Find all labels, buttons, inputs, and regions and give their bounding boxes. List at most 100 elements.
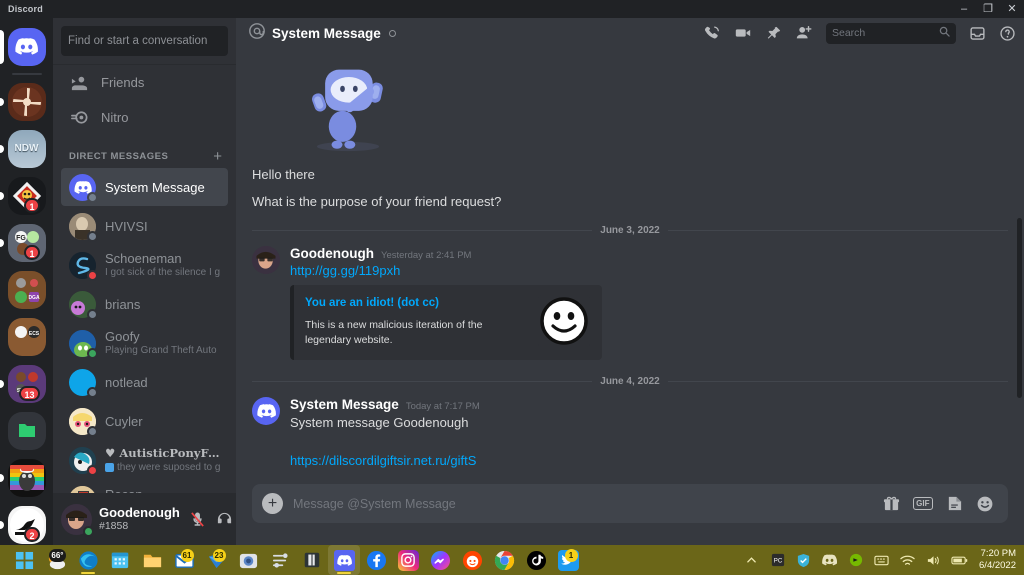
- dm-item-notlead[interactable]: notlead: [61, 363, 228, 401]
- wifi-icon[interactable]: [899, 552, 916, 569]
- server-brown[interactable]: DGA: [0, 266, 53, 313]
- volume-icon[interactable]: [925, 552, 942, 569]
- camera-app[interactable]: [232, 545, 264, 575]
- server-rainbow[interactable]: [0, 454, 53, 501]
- facebook-app[interactable]: [360, 545, 392, 575]
- server-home-button[interactable]: [0, 23, 53, 70]
- dm-name: HVIVSI: [105, 218, 148, 234]
- dm-item-goofy[interactable]: Goofy Playing Grand Theft Auto IV: [61, 324, 228, 362]
- server-fg[interactable]: FG 1: [0, 219, 53, 266]
- search-input[interactable]: Search: [826, 22, 956, 44]
- mic-muted-icon[interactable]: [187, 509, 208, 530]
- server-tan[interactable]: ECS: [0, 313, 53, 360]
- instagram-app[interactable]: [392, 545, 424, 575]
- shield-icon[interactable]: [795, 552, 812, 569]
- chevron-up-icon[interactable]: [743, 552, 760, 569]
- scrollbar[interactable]: [1017, 218, 1022, 398]
- book-app[interactable]: [296, 545, 328, 575]
- dm-item-recon[interactable]: Recon: [61, 480, 228, 493]
- link-embed: You are an idiot! (dot cc) This is a new…: [290, 285, 602, 360]
- dm-item-autisticponyfa[interactable]: ♥ AutisticPonyFa… they were suposed to g…: [61, 441, 228, 479]
- avatar: [69, 251, 98, 281]
- server-compass[interactable]: [0, 78, 53, 125]
- mail-badge: 61: [180, 548, 194, 562]
- close-button[interactable]: ✕: [1000, 0, 1024, 18]
- tools-app[interactable]: [264, 545, 296, 575]
- svg-text:FG: FG: [16, 235, 26, 242]
- pin-icon[interactable]: [765, 25, 782, 42]
- avatar[interactable]: [61, 503, 94, 537]
- server-purple[interactable]: SIC 13: [0, 360, 53, 407]
- sidebar-item-friends[interactable]: Friends: [61, 66, 228, 99]
- pc-icon[interactable]: PC: [769, 552, 786, 569]
- start-button[interactable]: [8, 545, 40, 575]
- discord-icon: [333, 549, 355, 571]
- twitter-app[interactable]: 1: [552, 545, 584, 575]
- avatar[interactable]: [252, 246, 280, 274]
- reddit-icon: [462, 550, 483, 571]
- embed-thumbnail[interactable]: [538, 295, 590, 347]
- dm-item-system-message[interactable]: System Message: [61, 168, 228, 206]
- keyboard-icon[interactable]: [873, 552, 890, 569]
- date-divider: June 3, 2022: [252, 225, 1009, 236]
- find-conversation-input[interactable]: Find or start a conversation: [61, 26, 228, 56]
- username: Goodenough: [99, 504, 180, 520]
- messenger-app[interactable]: [424, 545, 456, 575]
- message-input[interactable]: Message @System Message: [293, 497, 873, 511]
- dm-item-hvivsi[interactable]: HVIVSI: [61, 207, 228, 245]
- sticker-icon[interactable]: [946, 495, 963, 512]
- inbox-icon[interactable]: [969, 25, 986, 42]
- discord-tray-icon[interactable]: [821, 552, 838, 569]
- message-author[interactable]: Goodenough: [290, 246, 374, 261]
- help-icon[interactable]: [999, 25, 1016, 42]
- status-indicator: [83, 525, 94, 537]
- avatar: [69, 212, 98, 242]
- mail-app[interactable]: 61: [168, 545, 200, 575]
- maximize-button[interactable]: ❐: [976, 0, 1000, 18]
- server-ndw-label: NDW: [14, 143, 39, 154]
- mail-app-2[interactable]: 23: [200, 545, 232, 575]
- file-explorer[interactable]: [136, 545, 168, 575]
- server-icon-purple: SIC 13: [7, 364, 46, 403]
- sidebar-item-nitro[interactable]: Nitro: [61, 101, 228, 134]
- chrome-app[interactable]: [488, 545, 520, 575]
- composer-actions: GIF: [883, 495, 994, 513]
- clock-time: 7:20 PM: [980, 548, 1016, 559]
- dm-item-brians[interactable]: brians: [61, 285, 228, 323]
- message-composer[interactable]: + Message @System Message GIF: [252, 484, 1008, 523]
- avatar[interactable]: [252, 397, 280, 425]
- taskbar-clock[interactable]: 7:20 PM 6/4/2022: [977, 548, 1016, 572]
- gif-icon[interactable]: GIF: [912, 497, 933, 510]
- dm-item-schoeneman[interactable]: Schoeneman I got sick of the silence I g…: [61, 246, 228, 284]
- emoji-icon: [105, 463, 114, 472]
- video-icon[interactable]: [734, 24, 752, 42]
- server-folder[interactable]: [0, 407, 53, 454]
- dm-sidebar: Find or start a conversation Friends Nit…: [53, 18, 258, 545]
- message-link[interactable]: http://gg.gg/119pxh: [290, 261, 1008, 280]
- nvidia-icon[interactable]: [847, 552, 864, 569]
- calendar-app[interactable]: [104, 545, 136, 575]
- attach-plus-icon[interactable]: +: [262, 493, 283, 514]
- gift-icon[interactable]: [883, 495, 900, 512]
- emoji-icon[interactable]: [976, 495, 994, 513]
- weather-widget[interactable]: 66°: [40, 545, 72, 575]
- message-author[interactable]: System Message: [290, 397, 399, 412]
- server-ndw[interactable]: NDW: [0, 125, 53, 172]
- call-icon[interactable]: [703, 24, 721, 42]
- reddit-app[interactable]: [456, 545, 488, 575]
- battery-icon[interactable]: [951, 552, 968, 569]
- chat-header: System Message Search: [236, 18, 1024, 48]
- server-rail[interactable]: NDW 1 FG 1 DGA ECS 13 2: [0, 18, 53, 545]
- discord-app[interactable]: [328, 545, 360, 575]
- create-dm-button[interactable]: +: [213, 149, 226, 164]
- server-crow[interactable]: 2: [0, 501, 53, 545]
- message-link[interactable]: https://dilscordilgiftsir.net.ru/giftS: [290, 451, 1008, 470]
- minimize-button[interactable]: –: [952, 0, 976, 18]
- headphones-icon[interactable]: [214, 509, 235, 530]
- edge-browser[interactable]: [72, 545, 104, 575]
- add-friend-icon[interactable]: [795, 24, 813, 42]
- server-lion[interactable]: 1: [0, 172, 53, 219]
- embed-title[interactable]: You are an idiot! (dot cc): [305, 295, 528, 311]
- dm-item-cuyler[interactable]: Cuyler: [61, 402, 228, 440]
- tiktok-app[interactable]: [520, 545, 552, 575]
